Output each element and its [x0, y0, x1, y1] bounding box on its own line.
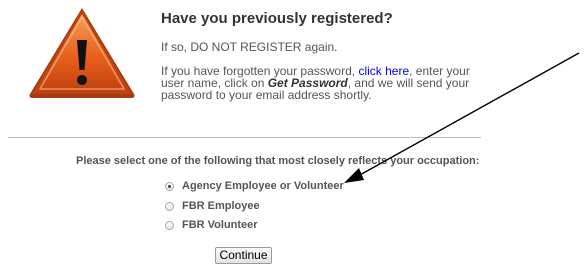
warning-triangle-icon	[29, 8, 135, 98]
forgot-password-paragraph: If you have forgotten your password, cli…	[161, 65, 486, 101]
radio-fbr-volunteer[interactable]	[165, 220, 174, 230]
divider	[8, 137, 481, 138]
radio-agency-employee[interactable]	[165, 181, 174, 191]
option-label: Agency Employee or Volunteer	[182, 180, 344, 192]
option-label: FBR Volunteer	[182, 219, 258, 231]
option-fbr-employee[interactable]: FBR Employee	[165, 199, 260, 213]
page-heading: Have you previously registered?	[161, 10, 393, 27]
option-label: FBR Employee	[182, 200, 260, 212]
occupation-question: Please select one of the following that …	[76, 155, 480, 167]
radio-fbr-employee[interactable]	[165, 201, 174, 211]
warning-line: If so, DO NOT REGISTER again.	[161, 40, 338, 54]
option-agency-employee[interactable]: Agency Employee or Volunteer	[165, 179, 344, 193]
continue-button[interactable]: Continue	[215, 247, 272, 264]
option-fbr-volunteer[interactable]: FBR Volunteer	[165, 218, 258, 232]
